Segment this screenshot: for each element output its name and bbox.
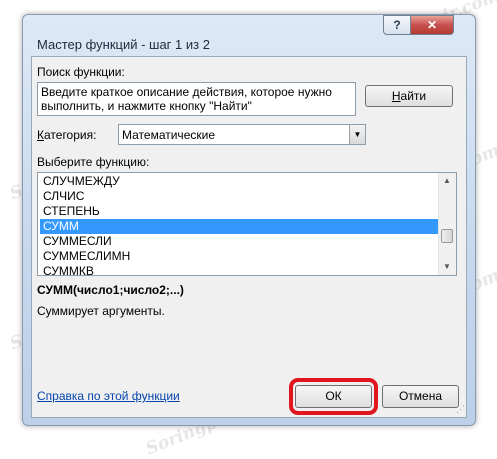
- title-bar[interactable]: Мастер функций - шаг 1 из 2 ? ✕: [23, 15, 475, 52]
- list-item[interactable]: СЛЧИС: [40, 189, 438, 204]
- dialog-body: Поиск функции: Введите краткое описание …: [31, 56, 467, 418]
- resize-grip-icon[interactable]: ⋰: [456, 404, 465, 415]
- category-accel: К: [37, 128, 44, 142]
- list-item-selected[interactable]: СУММ: [40, 219, 438, 234]
- list-item[interactable]: СУММЕСЛИ: [40, 234, 438, 249]
- find-button[interactable]: Найти: [365, 85, 453, 107]
- search-input[interactable]: Введите краткое описание действия, котор…: [37, 82, 356, 116]
- find-label: айти: [400, 89, 427, 103]
- function-wizard-dialog: Мастер функций - шаг 1 из 2 ? ✕ Поиск фу…: [22, 14, 476, 426]
- list-item[interactable]: СЛУЧМЕЖДУ: [40, 174, 438, 189]
- function-list[interactable]: СЛУЧМЕЖДУ СЛЧИС СТЕПЕНЬ СУММ СУММЕСЛИ СУ…: [37, 172, 457, 276]
- dialog-title: Мастер функций - шаг 1 из 2: [37, 37, 210, 52]
- function-description: Суммирует аргументы.: [37, 304, 165, 318]
- close-icon: ✕: [426, 18, 438, 32]
- category-value: Математические: [122, 128, 215, 142]
- cancel-button[interactable]: Отмена: [382, 385, 459, 408]
- list-scrollbar[interactable]: ▲ ▼: [438, 173, 456, 275]
- list-item[interactable]: СТЕПЕНЬ: [40, 204, 438, 219]
- function-help-link[interactable]: Справка по этой функции: [37, 389, 180, 403]
- function-syntax: СУММ(число1;число2;...): [37, 283, 184, 297]
- list-item[interactable]: СУММЕСЛИМН: [40, 249, 438, 264]
- close-button[interactable]: ✕: [410, 15, 454, 35]
- chevron-down-icon[interactable]: ▼: [349, 125, 365, 144]
- category-label-rest: атегория:: [44, 128, 97, 142]
- help-icon: ?: [393, 18, 401, 32]
- ok-button-highlight: [289, 378, 378, 415]
- scroll-down-icon[interactable]: ▼: [439, 259, 455, 275]
- scroll-up-icon[interactable]: ▲: [439, 173, 455, 189]
- list-item[interactable]: СУММКВ: [40, 264, 438, 275]
- scroll-thumb[interactable]: [441, 229, 453, 243]
- find-accel: Н: [391, 89, 401, 103]
- category-select[interactable]: Математические ▼: [118, 124, 366, 145]
- category-label: Категория:: [37, 128, 96, 142]
- function-list-label: Выберите функцию:: [37, 155, 150, 169]
- help-button[interactable]: ?: [383, 15, 411, 35]
- search-label: Поиск функции:: [37, 65, 125, 79]
